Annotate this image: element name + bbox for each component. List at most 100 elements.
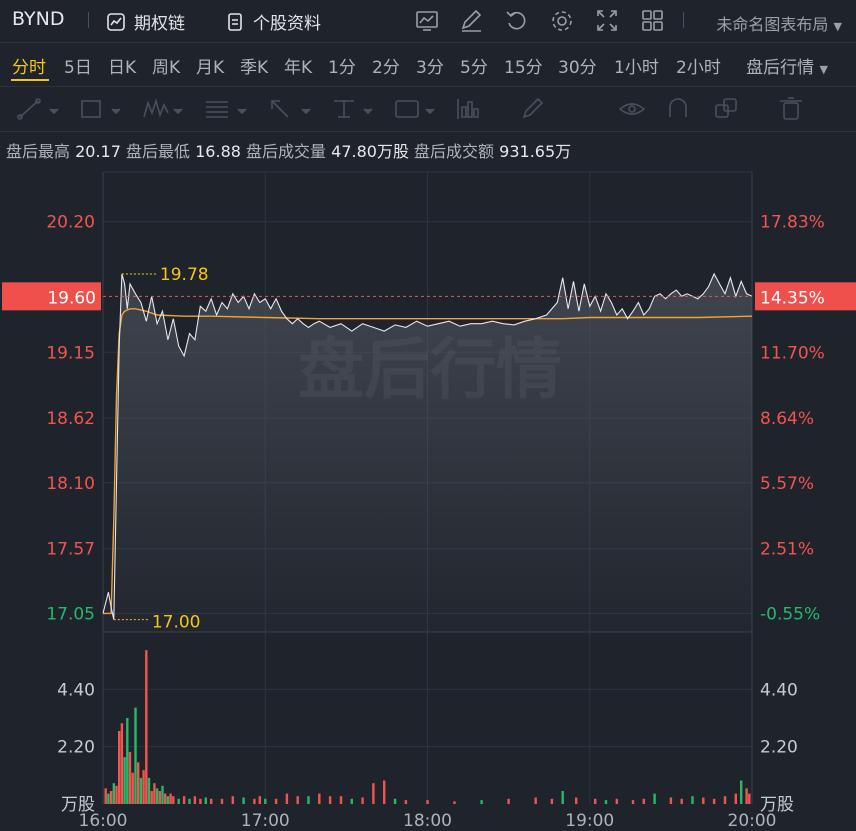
chart-icon[interactable]	[416, 11, 438, 31]
volume-bar	[169, 793, 172, 804]
volume-bar	[126, 718, 129, 804]
eye-icon[interactable]	[618, 103, 646, 115]
timeframe-tab-0[interactable]: 分时	[12, 53, 46, 78]
timeframe-tab-7[interactable]: 1分	[328, 53, 356, 78]
timeframe-tab-14[interactable]: 2小时	[676, 53, 721, 78]
timeframe-tab-13[interactable]: 1小时	[614, 53, 659, 78]
session-dropdown[interactable]: 盘后行情 ▼	[746, 53, 828, 78]
volume-bar	[723, 796, 727, 804]
low-value: 16.88	[195, 142, 241, 161]
volume-bar	[253, 798, 256, 804]
volume-bar	[712, 798, 716, 804]
volume-bar	[393, 798, 397, 804]
layers-icon[interactable]	[715, 98, 737, 118]
timeframe-tab-10[interactable]: 5分	[460, 53, 488, 78]
time-axis: 16:00 17:00 18:00 19:00 20:00	[79, 811, 777, 831]
volume-bar	[161, 785, 164, 804]
amount-label: 盘后成交额	[414, 142, 495, 161]
volume-bar	[653, 793, 656, 804]
current-price-tag-bg	[2, 282, 101, 311]
document-icon	[228, 12, 242, 31]
separator	[88, 12, 89, 28]
volume-bar	[328, 796, 332, 804]
layout-dropdown[interactable]: 未命名图表布局 ▼	[716, 11, 842, 35]
volume-bar	[128, 751, 132, 804]
fib-tool-icon[interactable]	[206, 101, 247, 118]
volume-bar	[274, 798, 278, 804]
volume-bar	[575, 797, 578, 804]
price-tick-label: 19.15	[46, 343, 95, 363]
stock-profile-button[interactable]: 个股资料	[225, 9, 321, 34]
options-chain-label: 期权链	[134, 14, 185, 34]
current-pct-tag-bg	[755, 282, 856, 311]
price-tick-label: 18.10	[46, 474, 95, 494]
volume-bar	[204, 797, 207, 804]
line-tool-icon[interactable]	[17, 98, 59, 120]
settings-icon[interactable]	[552, 11, 572, 31]
timeframe-tab-11[interactable]: 15分	[504, 53, 543, 78]
volume-bar	[258, 796, 261, 804]
pen-tool-icon[interactable]	[522, 97, 544, 119]
volume-bar	[296, 796, 299, 804]
volume-bar	[231, 796, 234, 804]
session-label: 盘后行情	[746, 58, 815, 78]
volume-axis: 4.40 4.40 2.20 2.20 万股 万股	[57, 680, 798, 815]
measure-tool-icon[interactable]	[334, 100, 373, 118]
low-label: 盘后最低	[126, 142, 191, 161]
trash-icon[interactable]	[780, 97, 802, 120]
timeframe-tab-8[interactable]: 2分	[372, 53, 400, 78]
text-tool-icon[interactable]	[395, 100, 435, 118]
volume-bar	[199, 798, 202, 804]
percent-tick-label: 17.83%	[760, 213, 825, 233]
volume-bar	[137, 762, 140, 804]
arrow-tool-icon[interactable]	[271, 100, 311, 118]
time-tick-label: 19:00	[565, 811, 614, 831]
volume-bar	[361, 797, 364, 804]
timeframe-tab-9[interactable]: 3分	[416, 53, 444, 78]
volume-bar	[740, 780, 743, 804]
price-area	[103, 273, 752, 632]
volume-bar	[404, 800, 408, 804]
volume-bar	[453, 801, 456, 804]
indicator-tool-icon[interactable]	[457, 99, 479, 119]
undo-icon[interactable]	[506, 11, 526, 30]
timeframe-tab-3[interactable]: 周K	[152, 53, 180, 78]
volume-bar	[153, 783, 156, 804]
volume-bar	[123, 757, 126, 804]
percent-axis: 17.83% 11.70% 8.64% 5.57% 2.51% -0.55%	[760, 213, 825, 625]
volume-bar	[107, 793, 110, 804]
toolbar-icons	[416, 9, 663, 32]
volume-bar	[426, 800, 429, 804]
options-chain-button[interactable]: 期权链	[106, 9, 185, 34]
price-tick-label: 18.62	[46, 409, 95, 429]
volume-bar	[150, 791, 153, 804]
separator	[683, 12, 684, 28]
grid-icon[interactable]	[642, 10, 663, 31]
ticker-symbol[interactable]: BYND	[12, 8, 64, 30]
magnet-icon[interactable]	[669, 98, 687, 117]
average-price-line	[103, 308, 753, 615]
timeframe-tab-12[interactable]: 30分	[558, 53, 597, 78]
timeframe-bar: 分时 5日 日K 周K 月K 季K 年K 1分 2分 3分 5分 15分 30分 1小时 2小时 盘后行情 …	[0, 44, 856, 82]
volume-bar	[172, 796, 175, 804]
chart-grid	[102, 171, 753, 804]
pattern-tool-icon[interactable]	[143, 98, 183, 118]
timeframe-tab-6[interactable]: 年K	[284, 53, 312, 78]
percent-tick-label: -0.55%	[760, 604, 820, 624]
timeframe-tab-5[interactable]: 季K	[240, 53, 268, 78]
volume-bar	[748, 793, 751, 804]
volume-bar	[594, 798, 597, 804]
timeframe-tab-4[interactable]: 月K	[196, 53, 224, 78]
high-marker-label: 19.78	[160, 265, 209, 285]
volume-bar	[642, 798, 645, 804]
rect-tool-icon[interactable]	[81, 100, 121, 118]
extreme-markers: 19.78 17.00	[113, 265, 209, 633]
fullscreen-icon[interactable]	[597, 10, 617, 31]
edit-icon[interactable]	[461, 9, 482, 32]
timeframe-tab-2[interactable]: 日K	[108, 53, 136, 78]
price-axis: 20.20 19.15 18.62 18.10 17.57 17.05	[46, 213, 95, 625]
timeframe-tab-1[interactable]: 5日	[64, 53, 92, 78]
current-price-tags: 19.60 14.35%	[2, 282, 856, 311]
volume-bar	[285, 793, 289, 804]
percent-tick-label: 5.57%	[760, 474, 814, 494]
